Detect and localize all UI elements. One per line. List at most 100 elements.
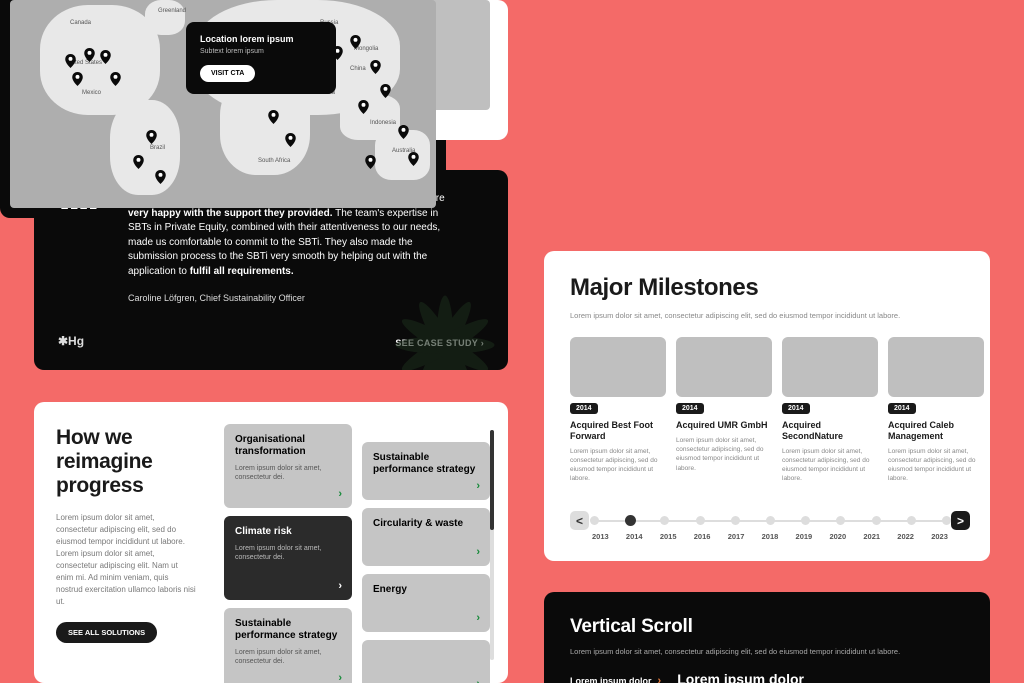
timeline-dot[interactable] xyxy=(625,515,636,526)
timeline-year-label: 2014 xyxy=(626,532,643,541)
chevron-right-icon: › xyxy=(476,480,480,492)
map-label: Indonesia xyxy=(370,120,396,126)
timeline-year-label: 2020 xyxy=(829,532,846,541)
map-pin-icon[interactable] xyxy=(110,72,121,86)
solution-tile[interactable]: Energy› xyxy=(362,574,490,632)
milestones-subtext: Lorem ipsum dolor sit amet, consectetur … xyxy=(570,310,970,321)
solution-tile[interactable]: Climate risk Lorem ipsum dolor sit amet, … xyxy=(224,516,352,600)
milestone-title: Acquired Caleb Management xyxy=(888,420,984,442)
timeline: < > 201320142015201620172018201920202021… xyxy=(570,520,970,541)
map-pin-icon[interactable] xyxy=(358,100,369,114)
map-card: CanadaUnited StatesMexicoBrazilGreenland… xyxy=(0,0,446,218)
solution-tile[interactable]: › xyxy=(362,640,490,683)
milestone-item[interactable]: 2014Acquired UMR GmbHLorem ipsum dolor s… xyxy=(676,337,772,483)
vscroll-subtext: Lorem ipsum dolor sit amet, consectetur … xyxy=(570,646,964,657)
milestone-year-badge: 2014 xyxy=(570,403,598,414)
reimagine-subtext: Lorem ipsum dolor sit amet, consectetur … xyxy=(56,512,196,608)
timeline-dot[interactable] xyxy=(836,516,845,525)
map-pin-icon[interactable] xyxy=(380,84,391,98)
visit-cta-button[interactable]: VISIT CTA xyxy=(200,65,255,82)
map-pin-icon[interactable] xyxy=(285,133,296,147)
milestone-year-badge: 2014 xyxy=(676,403,704,414)
timeline-year-label: 2017 xyxy=(728,532,745,541)
milestone-year-badge: 2014 xyxy=(888,403,916,414)
map-pin-icon[interactable] xyxy=(155,170,166,184)
milestone-item[interactable]: 2014 Acquired Caleb Management Lorem ipsum… xyxy=(888,337,984,483)
solution-tiles: Organisational transformation Lorem ipsum… xyxy=(224,424,490,683)
map-pin-icon[interactable] xyxy=(268,110,279,124)
tile-title: Energy xyxy=(373,584,479,596)
timeline-next-button[interactable]: > xyxy=(951,511,970,530)
tile-body: Lorem ipsum dolor sit amet, consectetur … xyxy=(235,544,341,563)
map-pin-icon[interactable] xyxy=(65,54,76,68)
timeline-dot[interactable] xyxy=(942,516,951,525)
map-label: Mexico xyxy=(82,90,101,96)
world-map[interactable]: CanadaUnited StatesMexicoBrazilGreenland… xyxy=(10,0,436,208)
map-label: Canada xyxy=(70,20,91,26)
map-label: South Africa xyxy=(258,158,290,164)
see-all-solutions-button[interactable]: SEE ALL SOLUTIONS xyxy=(56,622,157,643)
company-logo: ✱Hg xyxy=(58,334,84,348)
map-label: Greenland xyxy=(158,8,186,14)
milestone-body: Lorem ipsum dolor sit amet, consectetur … xyxy=(676,436,772,472)
timeline-year-label: 2013 xyxy=(592,532,609,541)
tile-body: Lorem ipsum dolor sit amet, consectetur … xyxy=(235,464,341,483)
milestone-year-badge: 2014 xyxy=(782,403,810,414)
milestone-body: Lorem ipsum dolor sit amet, consectetur … xyxy=(782,447,878,483)
tile-title: Climate risk xyxy=(235,526,341,538)
timeline-year-label: 2015 xyxy=(660,532,677,541)
vscroll-title: Vertical Scroll xyxy=(570,616,964,638)
timeline-dot[interactable] xyxy=(696,516,705,525)
map-pin-icon[interactable] xyxy=(72,72,83,86)
scrollbar[interactable] xyxy=(490,430,494,660)
map-pin-icon[interactable] xyxy=(84,48,95,62)
timeline-dot[interactable] xyxy=(766,516,775,525)
milestone-body: Lorem ipsum dolor sit amet, consectetur … xyxy=(888,447,984,483)
chevron-right-icon: › xyxy=(338,672,342,683)
tile-title: Sustainable performance strategy xyxy=(235,618,341,642)
timeline-year-label: 2021 xyxy=(863,532,880,541)
map-pin-icon[interactable] xyxy=(398,125,409,139)
timeline-year-label: 2018 xyxy=(762,532,779,541)
map-pin-icon[interactable] xyxy=(365,155,376,169)
milestone-title: Acquired Best Foot Forward xyxy=(570,420,666,442)
leaf-decoration-icon xyxy=(390,290,500,370)
scrollbar-thumb[interactable] xyxy=(490,430,494,530)
solution-tile[interactable]: Sustainable performance strategyLorem ip… xyxy=(224,608,352,683)
timeline-dot[interactable] xyxy=(660,516,669,525)
timeline-dot[interactable] xyxy=(907,516,916,525)
chevron-right-icon: › xyxy=(476,546,480,558)
timeline-dot[interactable] xyxy=(872,516,881,525)
milestone-image xyxy=(676,337,772,397)
milestone-body: Lorem ipsum dolor sit amet, consectetur … xyxy=(570,447,666,483)
chevron-right-icon: › xyxy=(338,580,342,592)
timeline-dot[interactable] xyxy=(801,516,810,525)
map-pin-icon[interactable] xyxy=(133,155,144,169)
solution-tile[interactable]: Sustainable performance strategy › xyxy=(362,442,490,500)
vertical-scroll-card: Vertical Scroll Lorem ipsum dolor sit am… xyxy=(544,592,990,683)
map-label: China xyxy=(350,66,366,72)
timeline-dot[interactable] xyxy=(731,516,740,525)
timeline-year-label: 2019 xyxy=(796,532,813,541)
map-pin-icon[interactable] xyxy=(100,50,111,64)
milestone-image xyxy=(888,337,984,397)
timeline-dot[interactable] xyxy=(590,516,599,525)
map-pin-icon[interactable] xyxy=(370,60,381,74)
timeline-prev-button[interactable]: < xyxy=(570,511,589,530)
milestone-item[interactable]: 2014 Acquired Best Foot Forward Lorem ipsu… xyxy=(570,337,666,483)
tile-title: Organisational transformation xyxy=(235,434,341,458)
chevron-right-icon: › xyxy=(338,488,342,500)
popup-title: Location lorem ipsum xyxy=(200,34,322,44)
solution-tile[interactable]: Organisational transformation Lorem ipsum… xyxy=(224,424,352,508)
solution-tile[interactable]: Circularity & waste› xyxy=(362,508,490,566)
milestone-item[interactable]: 2014 Acquired SecondNature Lorem ipsum dol… xyxy=(782,337,878,483)
milestones-title: Major Milestones xyxy=(570,275,970,300)
map-pin-icon[interactable] xyxy=(146,130,157,144)
tile-title: Sustainable performance strategy xyxy=(373,452,479,476)
map-pin-icon[interactable] xyxy=(408,152,419,166)
reimagine-card: How we reimagine progress Lorem ipsum do… xyxy=(34,402,508,683)
milestone-title: Acquired SecondNature xyxy=(782,420,878,442)
vscroll-small-link[interactable]: Lorem ipsum dolor xyxy=(570,676,652,683)
map-pin-icon[interactable] xyxy=(350,35,361,49)
milestone-image xyxy=(782,337,878,397)
